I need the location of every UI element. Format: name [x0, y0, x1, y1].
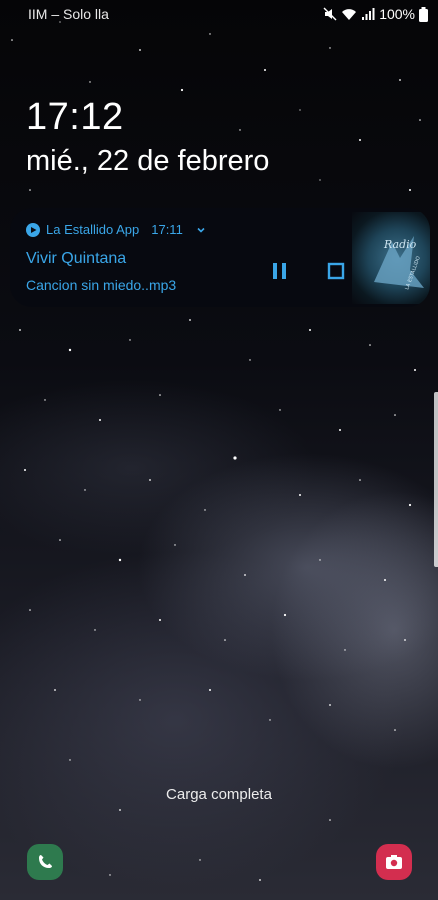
carrier-text: IIM – Solo lla [28, 6, 109, 22]
lockscreen-clock: 17:12 [26, 96, 124, 138]
wifi-icon [342, 9, 357, 20]
edge-panel-handle[interactable] [434, 392, 438, 567]
stop-icon [327, 262, 345, 280]
camera-shortcut-button[interactable] [376, 844, 412, 880]
track-title: Vivir Quintana [26, 250, 127, 267]
signal-icon [362, 8, 375, 20]
battery-icon [419, 6, 428, 22]
camera-icon [386, 855, 402, 869]
battery-percent: 100% [379, 6, 415, 22]
notification-time: 17:11 [151, 222, 183, 237]
status-bar: IIM – Solo lla 100% [0, 0, 438, 28]
stop-button[interactable] [326, 261, 346, 281]
pause-button[interactable] [270, 261, 290, 281]
chevron-down-icon[interactable] [195, 224, 207, 236]
play-circle-icon [26, 222, 40, 237]
pause-icon [273, 263, 286, 279]
phone-icon [39, 855, 52, 868]
radio-logo-icon: Radio LA ESTALLIDO [374, 236, 424, 291]
charging-status: Carga completa [166, 786, 272, 803]
phone-shortcut-button[interactable] [27, 844, 63, 880]
notification-app-name: La Estallido App [46, 222, 140, 237]
mute-icon [323, 7, 337, 21]
status-icons: 100% [323, 6, 428, 22]
album-art: Radio LA ESTALLIDO [352, 212, 430, 304]
lockscreen-date: mié., 22 de febrero [26, 145, 270, 177]
media-notification[interactable]: La Estallido App 17:11 Vivir Quintana Ca… [10, 208, 430, 307]
notification-header: La Estallido App 17:11 [26, 222, 207, 237]
svg-text:Radio: Radio [383, 238, 417, 251]
track-filename: Cancion sin miedo..mp3 [26, 277, 177, 293]
